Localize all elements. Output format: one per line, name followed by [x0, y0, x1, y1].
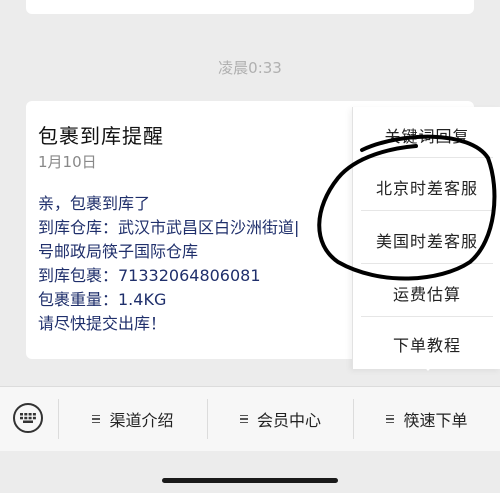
- menu-divider: [361, 316, 493, 317]
- menu-item-shipping-estimate[interactable]: 运费估算: [353, 281, 500, 305]
- home-indicator[interactable]: [162, 478, 338, 483]
- tab-channel-intro[interactable]: 渠道介绍: [59, 407, 207, 431]
- menu-lines-icon: [386, 413, 395, 426]
- message-body: 亲，包裹到库了 到库仓库：武汉市武昌区白沙洲街道| 号邮政局筷子国际仓库 到库包…: [38, 192, 364, 336]
- message-line: 到库包裹：71332064806081: [38, 266, 261, 285]
- menu-item-us-service[interactable]: 美国时差客服: [353, 228, 500, 252]
- message-date: 1月10日: [38, 153, 97, 171]
- menu-divider: [361, 157, 493, 158]
- popup-pointer: [420, 362, 436, 371]
- menu-item-keyword-reply[interactable]: 关键词回复: [353, 123, 500, 147]
- tab-label: 渠道介绍: [109, 411, 174, 430]
- menu-item-order-tutorial[interactable]: 下单教程: [353, 332, 500, 356]
- tab-member-center[interactable]: 会员中心: [208, 407, 353, 431]
- tab-quick-order[interactable]: 筷速下单: [354, 407, 500, 431]
- tab-label: 筷速下单: [403, 411, 468, 430]
- menu-item-beijing-service[interactable]: 北京时差客服: [353, 175, 500, 199]
- message-line: 包裹重量：1.4KG: [38, 290, 167, 309]
- message-title: 包裹到库提醒: [38, 124, 164, 148]
- menu-divider: [361, 263, 493, 264]
- previous-message-card: [26, 0, 474, 14]
- tab-label: 会员中心: [256, 411, 321, 430]
- menu-divider: [361, 210, 493, 211]
- bottom-menu-bar: 渠道介绍 会员中心 筷速下单: [0, 386, 500, 451]
- menu-lines-icon: [92, 413, 101, 426]
- menu-lines-icon: [239, 413, 248, 426]
- chat-timestamp: 凌晨0:33: [218, 59, 282, 77]
- message-line: 亲，包裹到库了: [38, 194, 151, 213]
- keyboard-icon[interactable]: [13, 403, 43, 433]
- home-indicator-area: [0, 451, 500, 493]
- message-line: 到库仓库：武汉市武昌区白沙洲街道|: [38, 218, 300, 237]
- message-line: 请尽快提交出库！: [38, 314, 167, 333]
- popup-menu: 关键词回复 北京时差客服 美国时差客服 运费估算 下单教程: [352, 107, 500, 369]
- message-line: 号邮政局筷子国际仓库: [38, 242, 199, 261]
